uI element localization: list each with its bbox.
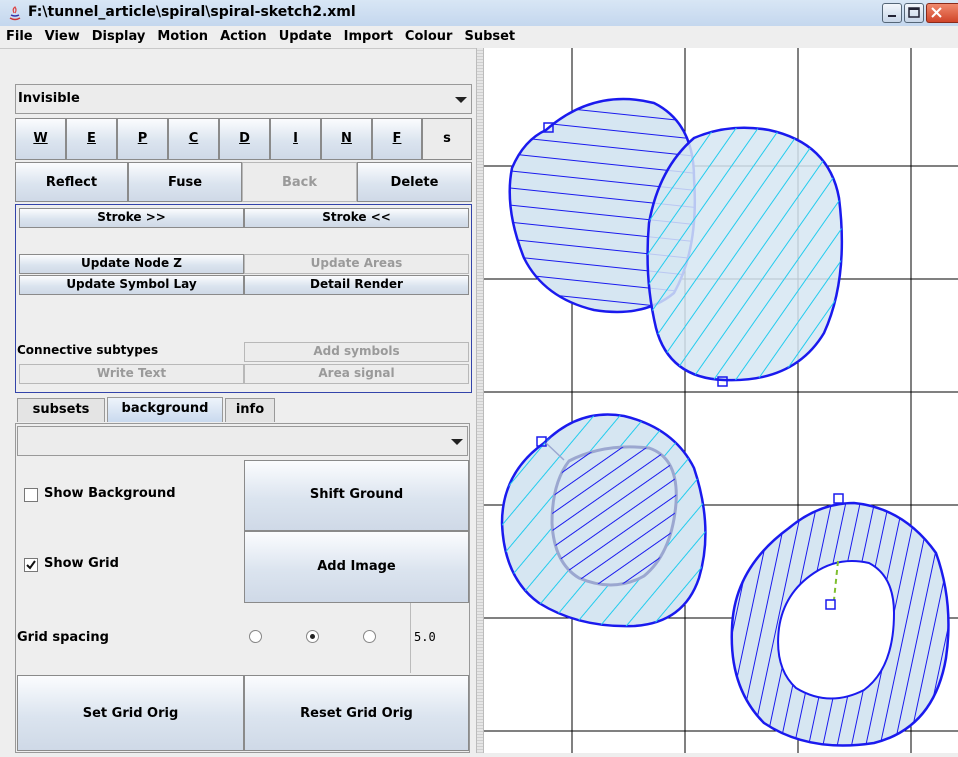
letter-button-n[interactable]: N bbox=[321, 118, 372, 160]
letter-s-label: s bbox=[443, 131, 451, 146]
delete-button[interactable]: Delete bbox=[357, 162, 472, 202]
update-node-z-button[interactable]: Update Node Z bbox=[19, 254, 244, 274]
show-background-label: Show Background bbox=[44, 486, 176, 501]
stroke-backward-button[interactable]: Stroke << bbox=[244, 208, 469, 228]
menu-motion[interactable]: Motion bbox=[151, 26, 214, 44]
grid-spacing-radio-2[interactable] bbox=[306, 630, 319, 643]
mode-select[interactable]: Invisible bbox=[15, 84, 472, 114]
menu-display[interactable]: Display bbox=[86, 26, 152, 44]
letter-button-i[interactable]: I bbox=[270, 118, 321, 160]
canvas-svg bbox=[484, 48, 958, 753]
menu-file[interactable]: File bbox=[0, 26, 39, 44]
menu-bar: File View Display Motion Action Update Import C… bbox=[0, 26, 958, 49]
add-image-button[interactable]: Add Image bbox=[244, 531, 469, 603]
letter-i-label: I bbox=[293, 131, 298, 146]
title-bar: F:\tunnel_article\spiral\spiral-sketch2.… bbox=[0, 0, 958, 27]
reflect-button[interactable]: Reflect bbox=[15, 162, 128, 202]
maximize-icon bbox=[908, 7, 920, 18]
menu-view[interactable]: View bbox=[39, 26, 86, 44]
grid-spacing-label: Grid spacing bbox=[17, 630, 109, 645]
window-title: F:\tunnel_article\spiral\spiral-sketch2.… bbox=[28, 4, 356, 20]
shape-bottom-right[interactable] bbox=[730, 493, 950, 747]
set-grid-orig-button[interactable]: Set Grid Orig bbox=[17, 675, 244, 751]
letter-button-f[interactable]: F bbox=[372, 118, 422, 160]
tab-subsets[interactable]: subsets bbox=[17, 398, 105, 422]
drawing-canvas[interactable] bbox=[484, 48, 958, 753]
menu-action[interactable]: Action bbox=[214, 26, 273, 44]
letter-w-label: W bbox=[33, 131, 48, 146]
add-symbols-button[interactable]: Add symbols bbox=[244, 342, 469, 362]
letter-button-d[interactable]: D bbox=[219, 118, 270, 160]
close-button[interactable] bbox=[926, 3, 958, 23]
minimize-button[interactable] bbox=[882, 3, 902, 23]
shape-middle-left[interactable] bbox=[500, 413, 707, 628]
java-icon bbox=[9, 6, 21, 21]
letter-button-p[interactable]: P bbox=[117, 118, 168, 160]
letter-d-label: D bbox=[239, 131, 250, 146]
letter-f-label: F bbox=[392, 131, 402, 146]
checkmark-icon bbox=[26, 560, 36, 570]
letter-button-c[interactable]: C bbox=[168, 118, 219, 160]
shift-ground-button[interactable]: Shift Ground bbox=[244, 460, 469, 531]
stroke-forward-button[interactable]: Stroke >> bbox=[19, 208, 244, 228]
show-grid-checkbox[interactable] bbox=[24, 558, 38, 572]
grid-spacing-radio-3[interactable] bbox=[363, 630, 376, 643]
letter-button-e[interactable]: E bbox=[66, 118, 117, 160]
write-text-button[interactable]: Write Text bbox=[19, 364, 244, 384]
menu-colour[interactable]: Colour bbox=[399, 26, 459, 44]
letter-n-label: N bbox=[341, 131, 352, 146]
letter-c-label: C bbox=[188, 131, 199, 146]
back-button[interactable]: Back bbox=[242, 162, 357, 202]
chevron-down-icon bbox=[445, 427, 467, 455]
show-background-checkbox[interactable] bbox=[24, 488, 38, 502]
show-grid-label: Show Grid bbox=[44, 556, 119, 571]
maximize-button[interactable] bbox=[904, 3, 924, 23]
image-select[interactable] bbox=[17, 426, 468, 456]
reset-grid-orig-button[interactable]: Reset Grid Orig bbox=[244, 675, 469, 751]
letter-p-label: P bbox=[137, 131, 148, 146]
menu-update[interactable]: Update bbox=[273, 26, 338, 44]
grid-spacing-value: 5.0 bbox=[414, 630, 436, 644]
letter-button-s[interactable]: s bbox=[422, 118, 472, 160]
tab-background[interactable]: background bbox=[107, 397, 223, 422]
update-areas-button[interactable]: Update Areas bbox=[244, 254, 469, 274]
menu-import[interactable]: Import bbox=[338, 26, 399, 44]
handle-square[interactable] bbox=[833, 493, 844, 504]
mode-select-value: Invisible bbox=[18, 91, 80, 106]
pane-splitter[interactable] bbox=[476, 48, 484, 753]
close-icon bbox=[931, 7, 942, 18]
minimize-icon bbox=[888, 15, 896, 17]
menu-subset[interactable]: Subset bbox=[458, 26, 521, 44]
detail-render-button[interactable]: Detail Render bbox=[244, 275, 469, 295]
letter-button-w[interactable]: W bbox=[15, 118, 66, 160]
letter-e-label: E bbox=[87, 131, 96, 146]
tab-info[interactable]: info bbox=[225, 398, 275, 422]
chevron-down-icon bbox=[449, 85, 471, 113]
shape-top-right[interactable] bbox=[646, 126, 844, 387]
update-symbol-lay-button[interactable]: Update Symbol Lay bbox=[19, 275, 244, 295]
area-signal-button[interactable]: Area signal bbox=[244, 364, 469, 384]
connective-subtypes-label: Connective subtypes bbox=[17, 343, 159, 357]
grid-spacing-radio-1[interactable] bbox=[249, 630, 262, 643]
fuse-button[interactable]: Fuse bbox=[128, 162, 242, 202]
